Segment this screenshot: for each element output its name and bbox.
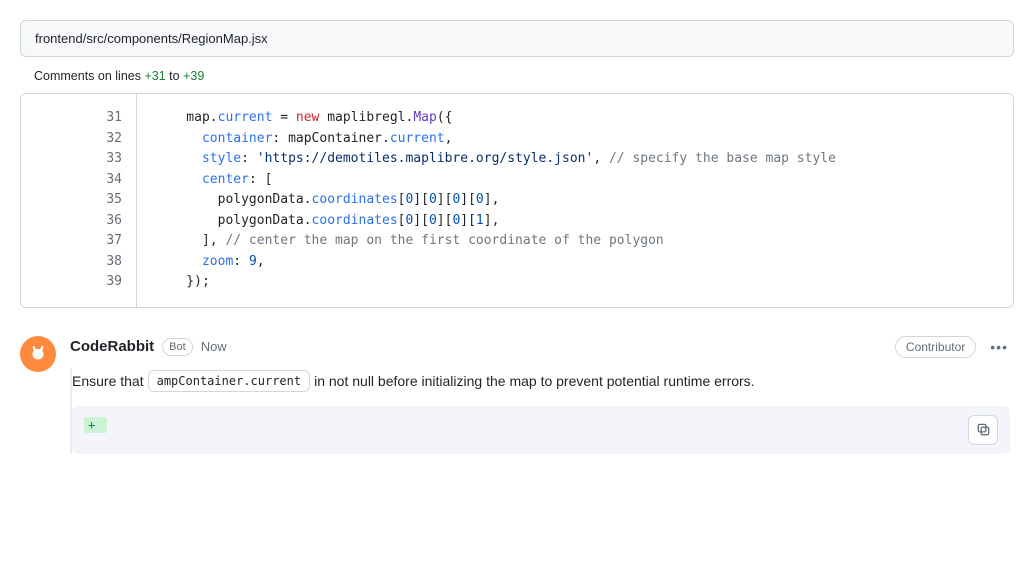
line-number: 34 xyxy=(35,170,122,191)
code-snippet: 313233343536373839 map.current = new map… xyxy=(20,93,1014,308)
copy-button[interactable] xyxy=(968,415,998,445)
bot-badge: Bot xyxy=(162,338,193,356)
line-number: 38 xyxy=(35,252,122,273)
comment-author[interactable]: CodeRabbit xyxy=(70,338,154,355)
line-number: 31 xyxy=(35,108,122,129)
line-number: 35 xyxy=(35,190,122,211)
avatar xyxy=(20,336,56,372)
comment-line-range: Comments on lines +31 to +39 xyxy=(20,65,1014,93)
line-number: 32 xyxy=(35,129,122,150)
copy-icon xyxy=(976,422,991,437)
diff-add-marker: + xyxy=(84,417,107,433)
line-number: 39 xyxy=(35,272,122,293)
suggestion-block: + xyxy=(72,406,1010,454)
line-number-gutter: 313233343536373839 xyxy=(21,94,137,307)
comment-timestamp: Now xyxy=(201,339,227,354)
rabbit-icon xyxy=(27,343,49,365)
line-number: 37 xyxy=(35,231,122,252)
file-path: frontend/src/components/RegionMap.jsx xyxy=(35,31,268,46)
contributor-badge: Contributor xyxy=(895,336,976,358)
comment-header: CodeRabbit Bot Now Contributor ••• xyxy=(70,336,1014,358)
code-content: map.current = new maplibregl.Map({ conta… xyxy=(137,94,1013,307)
inline-code-chip: ampContainer.current xyxy=(148,370,311,392)
line-number: 36 xyxy=(35,211,122,232)
more-actions-button[interactable]: ••• xyxy=(984,336,1014,358)
comment-text: Ensure that ampContainer.current in not … xyxy=(72,368,1014,406)
file-path-header: frontend/src/components/RegionMap.jsx xyxy=(20,20,1014,57)
line-number: 33 xyxy=(35,149,122,170)
